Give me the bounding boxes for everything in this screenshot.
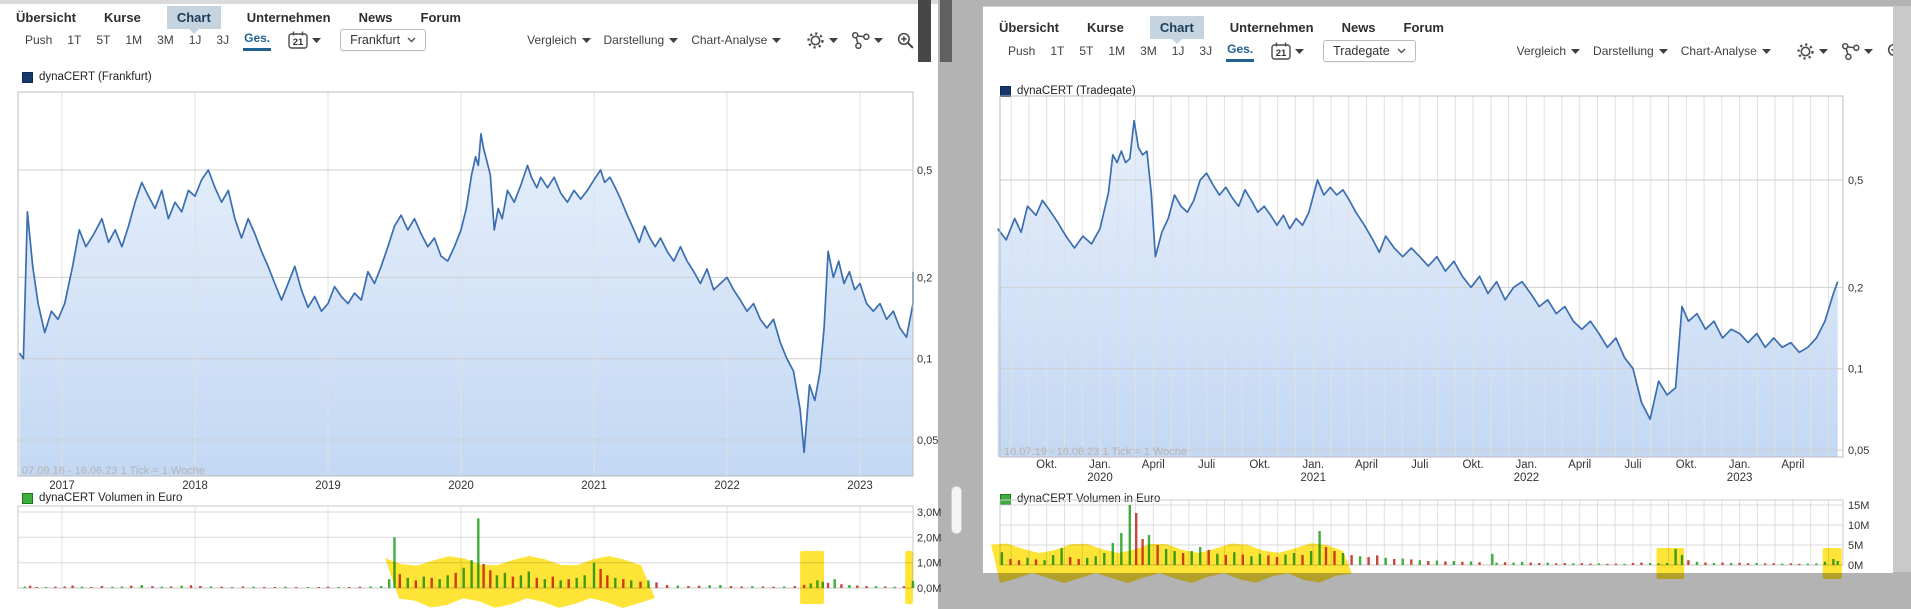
window-divider [940,0,952,62]
nav-kurse[interactable]: Kurse [1085,16,1126,39]
period-1m[interactable]: 1M [1107,42,1126,60]
period-3m[interactable]: 3M [1139,42,1158,60]
chevron-down-icon [1571,48,1581,54]
settings-button[interactable] [806,31,839,50]
chevron-down-icon [874,37,884,43]
zoom-plus-icon [898,32,914,49]
volume-legend-swatch [22,492,33,504]
price-legend-swatch [1000,85,1011,97]
market-select-value: Frankfurt [350,33,401,47]
svg-text:21: 21 [293,37,304,48]
indicators-icon [852,31,870,49]
period-3m[interactable]: 3M [156,31,175,49]
price-legend: dynaCERT (Tradegate) [1000,85,1136,97]
market-select-value: Tradegate [1333,44,1390,58]
darstellung-menu[interactable]: Darstellung [604,33,679,47]
nav-uebersicht[interactable]: Übersicht [14,6,78,29]
main-nav: Übersicht Kurse Chart Unternehmen News F… [14,6,463,34]
nav-uebersicht[interactable]: Übersicht [997,16,1061,39]
chevron-down-icon [669,37,679,43]
price-legend-label: dynaCERT (Tradegate) [1017,85,1136,97]
period-1m[interactable]: 1M [124,31,143,49]
chevron-down-icon [772,37,782,43]
chevron-down-icon [829,37,839,43]
nav-kurse[interactable]: Kurse [102,6,143,29]
chevron-down-icon [581,37,591,43]
period-3j[interactable]: 3J [215,31,230,49]
gear-icon [807,31,824,49]
left-window-scrollbar[interactable] [918,0,931,62]
price-legend: dynaCERT (Frankfurt) [22,71,152,83]
darstellung-menu[interactable]: Darstellung [1593,44,1668,58]
nav-unternehmen[interactable]: Unternehmen [1228,16,1316,39]
price-legend-label: dynaCERT (Frankfurt) [39,71,152,83]
window-frankfurt: Übersicht Kurse Chart Unternehmen News F… [0,0,938,609]
volume-legend-label: dynaCERT Volumen in Euro [1017,493,1161,505]
volume-legend-label: dynaCERT Volumen in Euro [39,492,183,504]
settings-button[interactable] [1796,42,1828,61]
chevron-down-icon [1397,48,1406,54]
period-5t[interactable]: 5T [95,31,111,49]
nav-chart[interactable]: Chart [166,6,221,34]
window-top-strip [0,0,938,4]
chevron-down-icon [1818,48,1828,54]
chevron-down-icon [1761,48,1771,54]
chart-toolbar: Push 1T 5T 1M 3M 1J 3J Ges. 21 Tradegate… [1007,40,1893,62]
period-ges[interactable]: Ges. [243,29,272,51]
nav-news[interactable]: News [357,6,395,29]
vergleich-menu[interactable]: Vergleich [1517,44,1581,58]
calendar-button[interactable]: 21 [1271,42,1305,60]
period-1j[interactable]: 1J [188,31,203,49]
chart-analyse-menu[interactable]: Chart-Analyse [1681,44,1771,58]
volume-legend-swatch [1000,493,1011,505]
nav-news[interactable]: News [1340,16,1378,39]
period-3j[interactable]: 3J [1198,42,1213,60]
volume-legend: dynaCERT Volumen in Euro [22,492,182,504]
calendar-icon: 21 [1271,42,1291,60]
indicators-icon [1841,42,1860,60]
zoom-button[interactable] [1886,42,1893,61]
main-nav: Übersicht Kurse Chart Unternehmen News F… [997,16,1446,44]
window-tradegate: Übersicht Kurse Chart Unternehmen News F… [983,6,1893,573]
chevron-down-icon [312,37,322,43]
nav-forum[interactable]: Forum [1402,16,1446,39]
period-ges[interactable]: Ges. [1226,40,1255,62]
desktop: Übersicht Kurse Chart Unternehmen News F… [0,0,1911,609]
nav-forum[interactable]: Forum [419,6,463,29]
indicators-button[interactable] [851,31,884,50]
scrollbar-thumb[interactable] [951,486,962,534]
period-5t[interactable]: 5T [1078,42,1094,60]
period-1t[interactable]: 1T [66,31,82,49]
vergleich-menu[interactable]: Vergleich [527,33,591,47]
nav-unternehmen[interactable]: Unternehmen [245,6,333,29]
chevron-down-icon [1295,48,1305,54]
market-select[interactable]: Frankfurt [340,29,427,51]
price-legend-swatch [22,71,33,83]
gear-icon [1797,42,1814,60]
chart-analyse-menu[interactable]: Chart-Analyse [691,33,782,47]
chevron-down-icon [1863,48,1873,54]
chevron-down-icon [1658,48,1668,54]
period-1t[interactable]: 1T [1049,42,1065,60]
push-button[interactable]: Push [24,31,53,49]
push-button[interactable]: Push [1007,42,1036,60]
indicators-button[interactable] [1841,42,1873,61]
chart-toolbar: Push 1T 5T 1M 3M 1J 3J Ges. 21 Frankfurt… [24,29,938,51]
svg-text:21: 21 [1276,48,1287,59]
calendar-button[interactable]: 21 [288,31,322,49]
volume-legend: dynaCERT Volumen in Euro [1000,493,1160,505]
period-1j[interactable]: 1J [1171,42,1186,60]
market-select[interactable]: Tradegate [1323,40,1416,62]
right-window-scroll-rail[interactable] [1893,6,1911,572]
calendar-icon: 21 [288,31,308,49]
chevron-down-icon [407,37,416,43]
zoom-plus-icon [1887,43,1893,56]
nav-chart[interactable]: Chart [1149,16,1204,44]
